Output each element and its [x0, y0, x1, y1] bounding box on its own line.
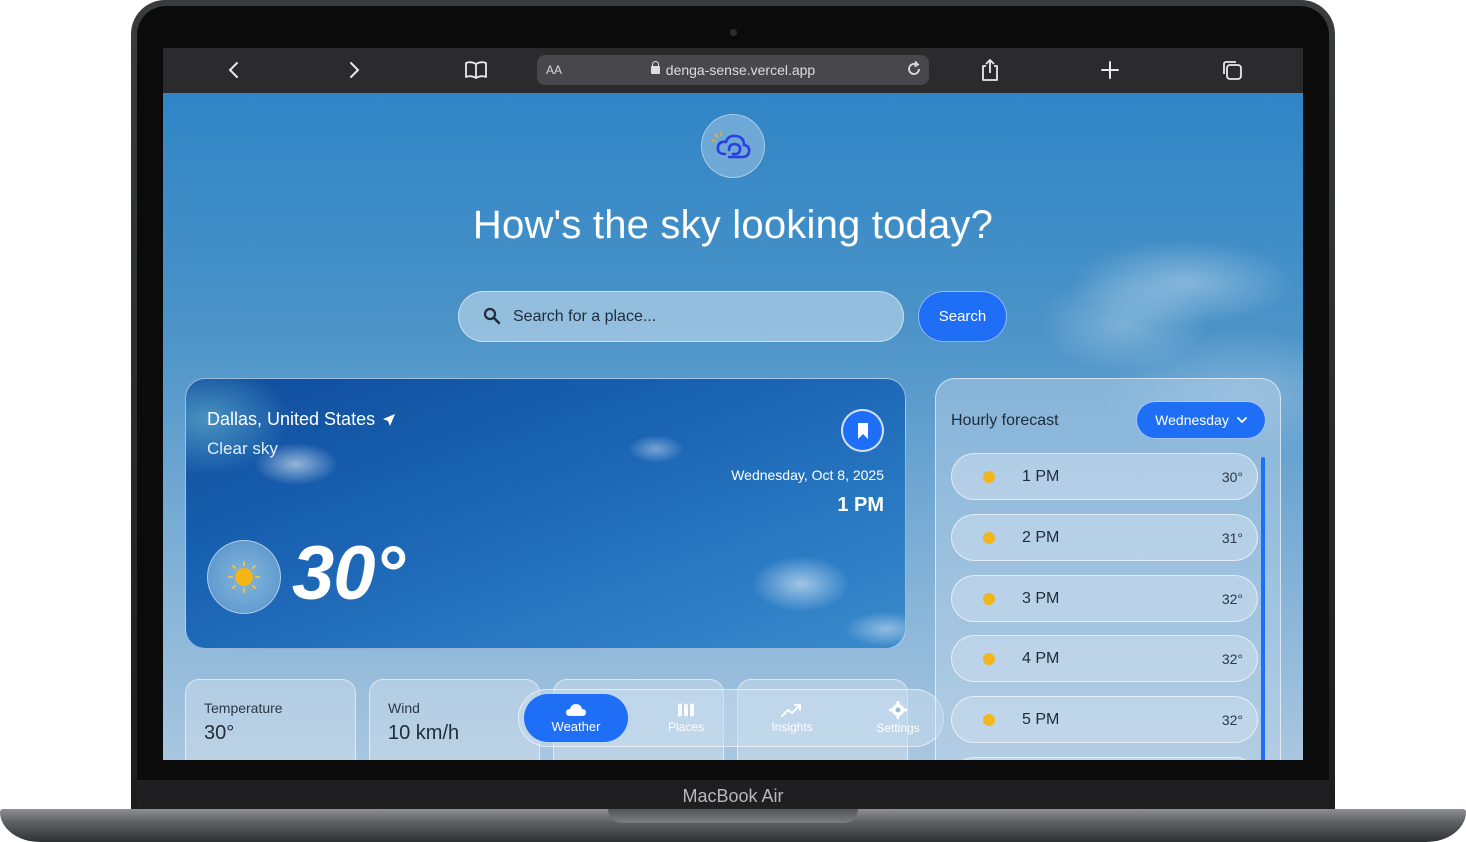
- hour-time: 4 PM: [1022, 650, 1060, 667]
- nav-insights[interactable]: Insights: [740, 694, 844, 742]
- web-page: How's the sky looking today? Search Dall…: [163, 93, 1303, 760]
- cloud-icon: [566, 703, 586, 716]
- camera: [730, 29, 737, 36]
- hour-temp: 30°: [1221, 469, 1243, 485]
- app-logo[interactable]: [701, 114, 765, 178]
- current-weather-card: Dallas, United States Clear sky Wednesda…: [185, 378, 906, 649]
- lock-icon: [650, 61, 660, 74]
- hour-temp: 32°: [1221, 591, 1243, 607]
- nav-weather[interactable]: Weather: [524, 694, 628, 742]
- browser-toolbar: AA denga-sense.vercel.app: [163, 48, 1303, 93]
- new-tab-icon[interactable]: [1097, 57, 1123, 83]
- sun-icon: [982, 592, 996, 611]
- day-select-value: Wednesday: [1155, 412, 1229, 428]
- hour-row[interactable]: 4 PM 32°: [951, 635, 1258, 682]
- url-value: denga-sense.vercel.app: [665, 62, 816, 78]
- sun-icon: [982, 470, 996, 489]
- bookmarks-book-icon[interactable]: [463, 57, 489, 83]
- stat-value: 30°: [204, 722, 235, 744]
- map-icon: [678, 703, 694, 717]
- stat-label: Temperature: [204, 700, 283, 716]
- hour-temp: 32°: [1221, 712, 1243, 728]
- back-icon[interactable]: [221, 57, 247, 83]
- location-arrow-icon: [383, 413, 396, 426]
- laptop-notch: [608, 809, 858, 823]
- hour-row[interactable]: 5 PM 32°: [951, 696, 1258, 743]
- device-label: MacBook Air: [682, 786, 784, 806]
- search-bar: [458, 291, 904, 342]
- trend-icon: [781, 704, 801, 717]
- location-row: Dallas, United States: [207, 409, 396, 430]
- hour-temp: 32°: [1221, 651, 1243, 667]
- nav-places[interactable]: Places: [634, 694, 738, 742]
- hour-time: 2 PM: [1022, 529, 1060, 546]
- sun-icon: [228, 561, 260, 593]
- sun-icon: [982, 652, 996, 671]
- tabs-overview-icon[interactable]: [1219, 57, 1245, 83]
- search-button[interactable]: Search: [918, 291, 1007, 342]
- hour-time: 1 PM: [1022, 468, 1060, 485]
- sun-icon: [982, 713, 996, 732]
- screen: AA denga-sense.vercel.app How's the sky …: [163, 48, 1303, 760]
- nav-label: Insights: [771, 720, 813, 734]
- bookmark-icon: [857, 422, 868, 439]
- weather-icon-badge: [207, 540, 281, 614]
- nav-label: Settings: [876, 721, 920, 735]
- page-headline: How's the sky looking today?: [472, 203, 994, 247]
- stat-value: 10 km/h: [388, 722, 460, 744]
- hour-row[interactable]: 3 PM 32°: [951, 575, 1258, 622]
- current-time: 1 PM: [837, 494, 884, 516]
- reload-icon[interactable]: [905, 60, 923, 83]
- current-temperature: 30°: [292, 531, 405, 616]
- hour-time: 5 PM: [1022, 711, 1060, 728]
- hourly-scrollbar[interactable]: [1261, 457, 1265, 760]
- gear-icon: [889, 701, 907, 719]
- stat-card-wind: Wind 10 km/h: [369, 679, 540, 760]
- hour-row[interactable]: [951, 757, 1258, 760]
- search-icon: [483, 307, 501, 330]
- forward-icon[interactable]: [341, 57, 367, 83]
- hour-temp: 31°: [1221, 530, 1243, 546]
- stat-card-temperature: Temperature 30°: [185, 679, 356, 760]
- hour-row[interactable]: 2 PM 31°: [951, 514, 1258, 561]
- share-icon[interactable]: [977, 57, 1003, 83]
- nav-label: Places: [667, 720, 705, 734]
- hour-time: 3 PM: [1022, 590, 1060, 607]
- current-date: Wednesday, Oct 8, 2025: [731, 467, 884, 483]
- chevron-down-icon: [1236, 416, 1247, 423]
- day-select[interactable]: Wednesday: [1136, 401, 1266, 439]
- stat-label: Wind: [388, 700, 420, 716]
- search-input[interactable]: [513, 305, 883, 329]
- sun-icon: [982, 531, 996, 550]
- weather-condition: Clear sky: [207, 439, 278, 458]
- hour-row[interactable]: 1 PM 30°: [951, 453, 1258, 500]
- hourly-title: Hourly forecast: [951, 412, 1059, 429]
- bookmark-button[interactable]: [841, 409, 884, 452]
- address-bar[interactable]: AA denga-sense.vercel.app: [537, 55, 929, 85]
- url-text: denga-sense.vercel.app: [537, 61, 929, 78]
- cloud-logo-icon: [711, 131, 751, 159]
- nav-label: Weather: [551, 718, 601, 734]
- hourly-forecast-panel: Hourly forecast Wednesday 1 PM 30° 2 PM …: [935, 378, 1281, 760]
- location-name: Dallas, United States: [207, 409, 376, 429]
- bottom-navigation: Weather Places Insights Settings: [518, 689, 944, 747]
